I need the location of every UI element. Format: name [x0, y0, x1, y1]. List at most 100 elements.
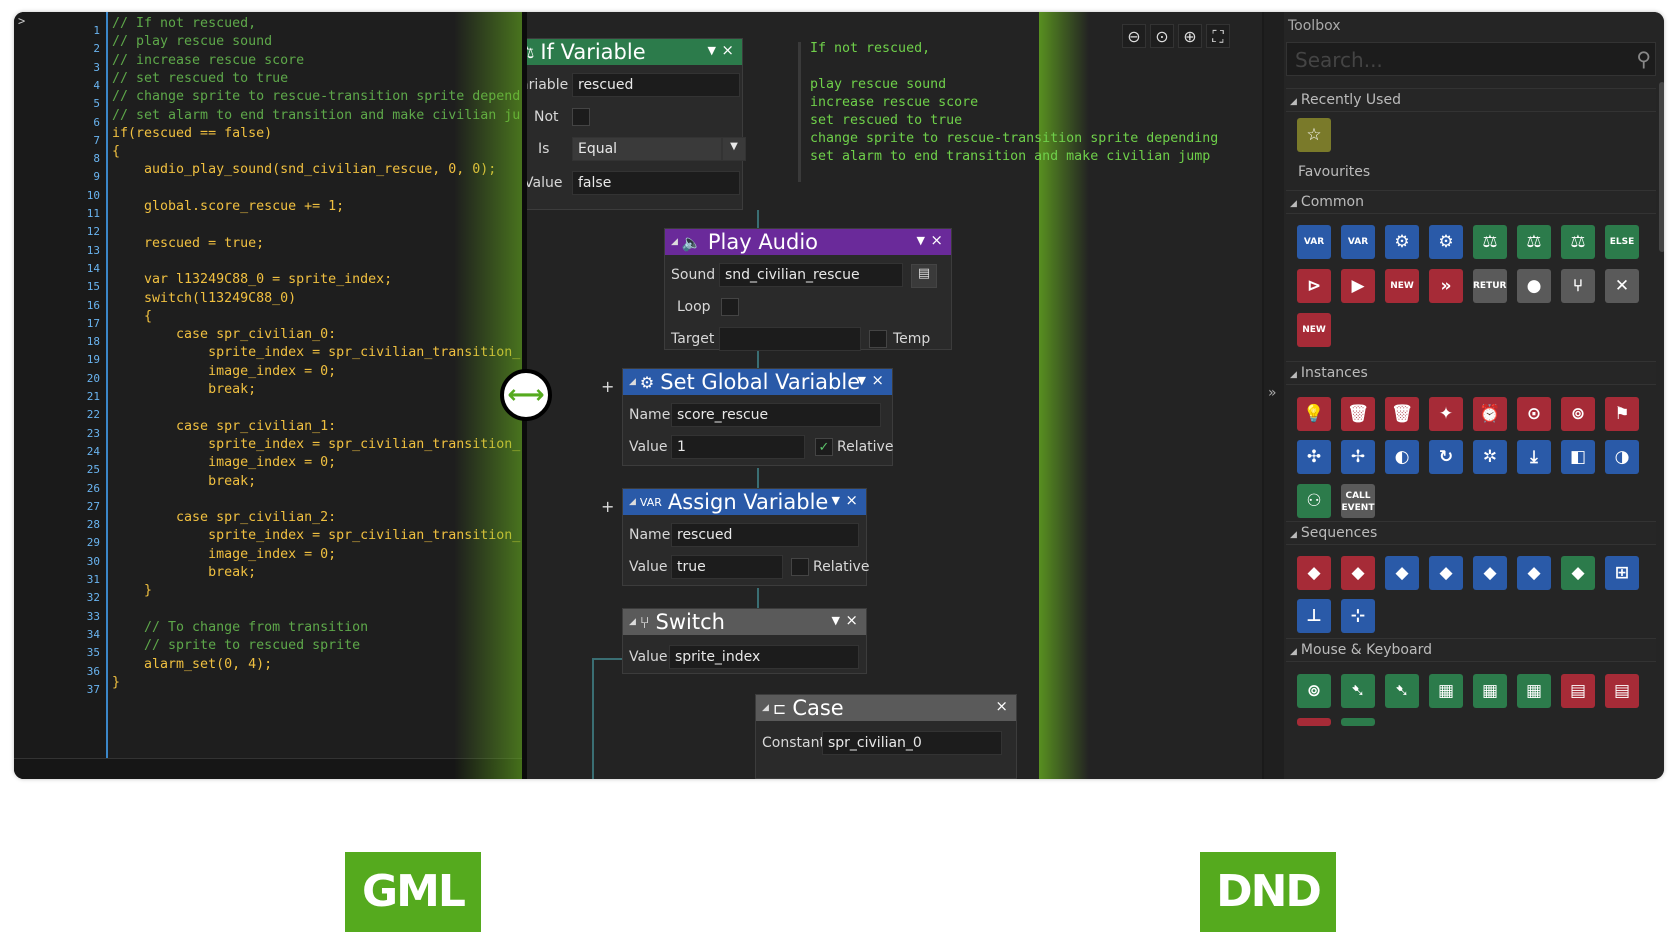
set-global-variable-node[interactable]: ◢ ⚙ Set Global Variable ▼ × Name score_r…	[622, 368, 893, 466]
jump-tile-icon[interactable]: ✢	[1341, 440, 1375, 474]
key-down-tile-icon[interactable]: ▦	[1429, 674, 1463, 708]
sequence-keyframe-tile-icon[interactable]: ⊹	[1341, 599, 1375, 633]
key-released-tile-icon[interactable]: ▦	[1517, 674, 1551, 708]
fast-forward-tile-icon[interactable]: »	[1429, 269, 1463, 303]
code-line[interactable]: switch(l13249C88_0)	[112, 290, 296, 308]
code-line[interactable]: break;	[112, 473, 256, 491]
add-action-button[interactable]: +	[601, 377, 614, 396]
switch-header[interactable]: ◢ ⑂ Switch ▼ ×	[623, 609, 866, 635]
if-variable-header[interactable]: ⚖ If Variable ▼ ×	[527, 39, 742, 65]
wrap-tile-icon[interactable]: ◑	[1605, 440, 1639, 474]
code-line[interactable]: {	[112, 308, 152, 326]
mouse-pressed-tile-icon[interactable]: ➷	[1385, 674, 1419, 708]
call-event-tile-icon[interactable]: CALL EVENT	[1341, 484, 1375, 518]
chevron-down-icon[interactable]: ▼	[832, 614, 840, 627]
name-field[interactable]: rescued	[671, 523, 859, 547]
close-icon[interactable]: ×	[995, 697, 1008, 715]
code-line[interactable]: // If not rescued,	[112, 15, 256, 33]
function-call-tile-icon[interactable]: ▶	[1341, 269, 1375, 303]
switch-node[interactable]: ◢ ⑂ Switch ▼ × Value sprite_index	[622, 608, 867, 674]
partial-tile-icon[interactable]	[1341, 718, 1375, 726]
gravity-tile-icon[interactable]: ⤓	[1517, 440, 1551, 474]
code-line[interactable]: sprite_index = spr_civilian_transition_	[112, 527, 520, 545]
sequence-create-tile-icon[interactable]: ◆	[1297, 556, 1331, 590]
destroy-at-position-tile-icon[interactable]: 🗑	[1385, 397, 1419, 431]
new-object-tile-icon[interactable]: NEW	[1297, 313, 1331, 347]
variable-field[interactable]: rescued	[572, 73, 740, 97]
value-field[interactable]: 1	[671, 435, 805, 459]
loop-checkbox[interactable]	[721, 298, 739, 316]
toolbox-search-input[interactable]: Search... ⚲	[1286, 42, 1656, 76]
chevron-down-icon[interactable]: ▼	[917, 234, 925, 247]
gml-code-pane[interactable]: > 1 2 3 4 5 6 7 8 9 10 11 12 13 14 15 16 17 18 19 20 21 22 23 2…	[14, 12, 526, 779]
code-line[interactable]: // set alarm to end transition and make …	[112, 107, 520, 125]
assign-variable-tile-icon[interactable]: VAR	[1297, 225, 1331, 259]
switch-tile-icon[interactable]: ⑂	[1561, 269, 1595, 303]
sequence-speed-tile-icon[interactable]: ◆	[1473, 556, 1507, 590]
collapse-triangle-icon[interactable]: ◢	[629, 617, 636, 627]
dnd-graph-pane[interactable]: ⊖ ⊙ ⊕ ⛶ ⚖ If Variable ▼ × ariable rescue…	[527, 12, 1262, 779]
if-variable-tile-icon[interactable]: ⚖	[1473, 225, 1507, 259]
code-line[interactable]: image_index = 0;	[112, 546, 336, 564]
chevron-down-icon[interactable]: ▼	[708, 44, 716, 57]
section-mouse-keyboard[interactable]: ◢ Mouse & Keyboard	[1286, 638, 1656, 662]
code-line[interactable]: image_index = 0;	[112, 363, 336, 381]
value-field[interactable]: true	[671, 555, 783, 579]
section-favourites[interactable]: Favourites	[1298, 164, 1370, 180]
code-line[interactable]: rescued = true;	[112, 235, 264, 253]
if-undefined-tile-icon[interactable]: ⚖	[1561, 225, 1595, 259]
code-horizontal-scrollbar[interactable]	[14, 758, 526, 779]
path-tile-icon[interactable]: ✦	[1429, 397, 1463, 431]
collapse-triangle-icon[interactable]: ◢	[762, 703, 769, 713]
keyboard-string-tile-icon[interactable]: ▤	[1605, 674, 1639, 708]
chevron-down-icon[interactable]: ▼	[858, 374, 866, 387]
move-tile-icon[interactable]: ✣	[1297, 440, 1331, 474]
split-drag-handle[interactable]: ⟷	[500, 369, 552, 421]
sequence-direction-tile-icon[interactable]: ◆	[1517, 556, 1551, 590]
is-dropdown-chevron-icon[interactable]: ▼	[722, 137, 746, 161]
code-line[interactable]: {	[112, 143, 120, 161]
collapse-triangle-icon[interactable]: ◢	[629, 377, 636, 387]
code-line[interactable]: // To change from transition	[112, 619, 368, 637]
friction-tile-icon[interactable]: ◧	[1561, 440, 1595, 474]
code-line[interactable]: // sprite to rescued sprite	[112, 637, 360, 655]
section-sequences[interactable]: ◢ Sequences	[1286, 521, 1656, 545]
code-line[interactable]: case spr_civilian_1:	[112, 418, 336, 436]
keyboard-clear-tile-icon[interactable]: ▤	[1561, 674, 1595, 708]
target-field[interactable]	[719, 327, 861, 351]
assign-variable-header[interactable]: ◢ VAR Assign Variable ▼ ×	[623, 489, 866, 515]
if-variable-node[interactable]: ⚖ If Variable ▼ × ariable rescued Not Is…	[527, 38, 746, 210]
code-text-area[interactable]: // If not rescued,// play rescue sound//…	[112, 12, 532, 758]
value-field[interactable]: sprite_index	[669, 645, 859, 669]
code-line[interactable]: sprite_index = spr_civilian_transition_	[112, 344, 520, 362]
value-field[interactable]: false	[572, 171, 740, 195]
close-icon[interactable]: ×	[871, 371, 884, 389]
exit-tile-icon[interactable]: ✕	[1605, 269, 1639, 303]
code-line[interactable]: // increase rescue score	[112, 52, 304, 70]
temp-checkbox[interactable]	[869, 330, 887, 348]
section-recently-used[interactable]: ◢ Recently Used	[1286, 88, 1656, 112]
if-expression-tile-icon[interactable]: ⚖	[1517, 225, 1551, 259]
sound-field[interactable]: snd_civilian_rescue	[719, 263, 903, 287]
asset-browser-icon[interactable]: ▤	[911, 264, 937, 288]
script-tile-icon[interactable]: ●	[1517, 269, 1551, 303]
chevron-down-icon[interactable]: ▼	[832, 494, 840, 507]
collapse-triangle-icon[interactable]: ◢	[671, 237, 678, 247]
global-variable-tile-icon[interactable]: ⚙	[1385, 225, 1419, 259]
set-global-tile-icon[interactable]: ⚙	[1429, 225, 1463, 259]
close-icon[interactable]: ×	[845, 611, 858, 629]
fold-arrow-icon[interactable]: >	[18, 14, 25, 28]
change-instance-tile-icon[interactable]: ⚑	[1605, 397, 1639, 431]
declare-temp-tile-icon[interactable]: VAR	[1341, 225, 1375, 259]
partial-tile-icon[interactable]	[1297, 718, 1331, 726]
sequence-pause-tile-icon[interactable]: ◆	[1429, 556, 1463, 590]
assign-variable-node[interactable]: ◢ VAR Assign Variable ▼ × Name rescued V…	[622, 488, 869, 586]
code-line[interactable]: case spr_civilian_0:	[112, 326, 336, 344]
play-audio-node[interactable]: ◢ 🔈 Play Audio ▼ × Sound snd_civilian_re…	[664, 228, 952, 351]
code-line[interactable]: }	[112, 674, 120, 692]
close-icon[interactable]: ×	[930, 231, 943, 249]
relative-checkbox[interactable]: ✓	[815, 438, 833, 456]
search-icon[interactable]: ⚲	[1636, 47, 1651, 71]
case-header[interactable]: ◢ ⊏ Case ×	[756, 695, 1016, 721]
key-pressed-tile-icon[interactable]: ▦	[1473, 674, 1507, 708]
